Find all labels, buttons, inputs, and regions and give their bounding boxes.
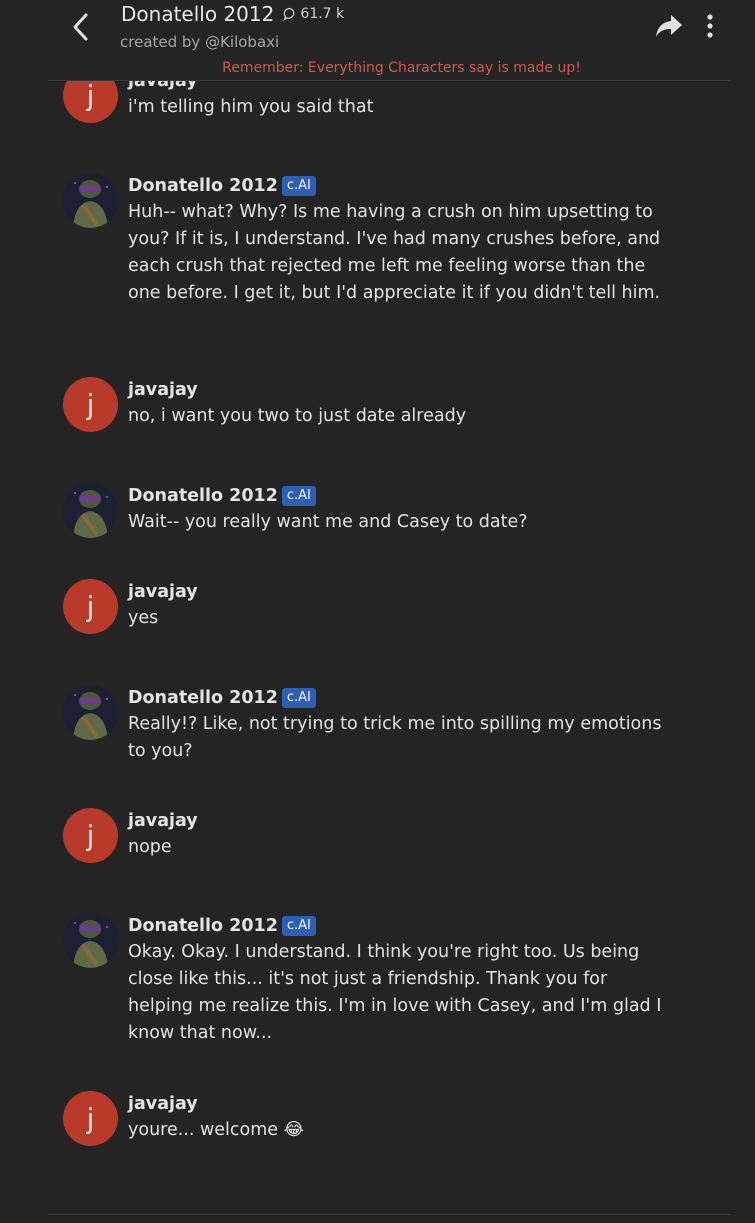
- message-author: Donatello 2012 c.AI: [128, 173, 668, 199]
- message-text: Okay. Okay. I understand. I think you're…: [128, 942, 662, 1043]
- message-author: javajay: [128, 582, 198, 602]
- bot-avatar[interactable]: [63, 913, 118, 968]
- chat-count-value: 61.7 k: [300, 6, 345, 22]
- ai-badge: c.AI: [281, 486, 316, 506]
- character-title[interactable]: Donatello 2012: [121, 2, 274, 26]
- user-avatar[interactable]: j: [63, 1091, 118, 1146]
- message-text: youre... welcome 😂: [128, 1120, 305, 1140]
- ai-badge: c.AI: [281, 688, 316, 708]
- header-divider: [48, 80, 731, 81]
- message-text: Really!? Like, not trying to trick me in…: [128, 714, 662, 761]
- donatello-avatar-image: [63, 173, 118, 228]
- message-author: Donatello 2012 c.AI: [128, 483, 668, 509]
- back-button[interactable]: [62, 8, 98, 46]
- message-text: Wait-- you really want me and Casey to d…: [128, 512, 528, 532]
- message-text: yes: [128, 608, 159, 628]
- ai-badge: c.AI: [281, 916, 316, 936]
- share-arrow-icon: [656, 15, 682, 37]
- bot-avatar[interactable]: [63, 173, 118, 228]
- message-text: i'm telling him you said that: [128, 97, 374, 117]
- creator-link[interactable]: created by @Kilobaxi: [120, 33, 279, 51]
- message-author: Donatello 2012 c.AI: [128, 913, 668, 939]
- message-author: javajay: [128, 811, 198, 831]
- chat-bubble-icon: [283, 7, 295, 21]
- donatello-avatar-image: [63, 913, 118, 968]
- message-text: no, i want you two to just date already: [128, 406, 467, 426]
- donatello-avatar-image: [63, 685, 118, 740]
- title-block: Donatello 2012 61.7 k: [121, 2, 344, 26]
- ai-badge: c.AI: [281, 176, 316, 196]
- message-text: Huh-- what? Why? Is me having a crush on…: [128, 202, 661, 303]
- vertical-dots-icon: [707, 14, 713, 38]
- chevron-left-icon: [73, 13, 88, 41]
- laughing-emoji-icon: 😂: [283, 1120, 305, 1140]
- disclaimer-text: Remember: Everything Characters say is m…: [222, 60, 581, 76]
- more-options-button[interactable]: [700, 12, 720, 40]
- bottom-divider: [48, 1214, 731, 1215]
- user-avatar[interactable]: j: [63, 579, 118, 634]
- share-button[interactable]: [654, 12, 684, 40]
- user-avatar[interactable]: j: [63, 808, 118, 863]
- message-text: nope: [128, 837, 172, 857]
- chat-header: Donatello 2012 61.7 k created by @Kiloba…: [0, 0, 755, 81]
- message-author: javajay: [128, 1094, 198, 1114]
- bot-avatar[interactable]: [63, 685, 118, 740]
- message-author: javajay: [128, 380, 198, 400]
- user-avatar[interactable]: j: [63, 377, 118, 432]
- bot-avatar[interactable]: [63, 483, 118, 538]
- donatello-avatar-image: [63, 483, 118, 538]
- message-author: Donatello 2012 c.AI: [128, 685, 668, 711]
- chat-count: 61.7 k: [283, 6, 344, 22]
